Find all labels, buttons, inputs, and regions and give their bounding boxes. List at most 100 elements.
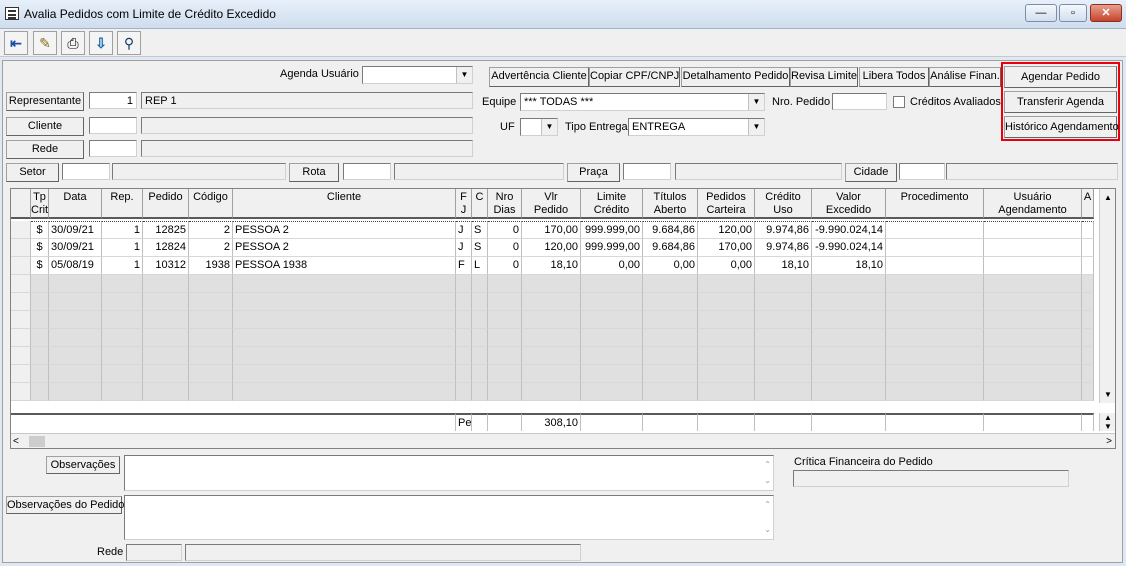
- observacoes-textarea[interactable]: ⌃ ⌄: [124, 455, 774, 491]
- scroll-left-icon[interactable]: <: [13, 434, 19, 448]
- scroll-up-icon[interactable]: ▲: [1100, 189, 1115, 206]
- scroll-down-icon[interactable]: ⌄: [764, 523, 771, 537]
- grid-cell: [102, 329, 143, 347]
- grid-cell: [49, 293, 102, 311]
- transferir-agenda-button[interactable]: Transferir Agenda: [1004, 91, 1117, 113]
- nro-pedido-input[interactable]: [832, 93, 887, 110]
- pedidos-grid[interactable]: Tp Crit Data Rep. Pedido Código Cliente F J C Nr…: [10, 188, 1116, 449]
- setor-button[interactable]: Setor: [6, 163, 59, 182]
- grid-cell: [1082, 347, 1094, 365]
- vertical-scrollbar[interactable]: ▲ ▼: [1099, 189, 1115, 403]
- grid-cell: [1082, 365, 1094, 383]
- observacoes-pedido-button[interactable]: Observações do Pedido: [6, 496, 124, 514]
- rede-button[interactable]: Rede: [6, 140, 84, 159]
- grid-cell: [755, 329, 812, 347]
- grid-cell: [143, 275, 189, 293]
- grid-cell: [698, 365, 755, 383]
- grid-cell: 1: [102, 257, 143, 275]
- cliente-button[interactable]: Cliente: [6, 117, 84, 136]
- totals-cell: [643, 413, 698, 431]
- totals-cell: [698, 413, 755, 431]
- minimize-button[interactable]: —: [1025, 4, 1057, 22]
- grid-cell: [581, 383, 643, 401]
- scroll-up-icon[interactable]: ⌃: [764, 458, 771, 472]
- scroll-up-icon[interactable]: ⌃: [764, 498, 771, 512]
- export-icon[interactable]: ⇩: [89, 31, 113, 55]
- chevron-down-icon[interactable]: ▼: [748, 119, 764, 135]
- grid-cell: [1082, 257, 1094, 275]
- row-indicator: [11, 239, 31, 257]
- rota-button[interactable]: Rota: [289, 163, 339, 182]
- observacoes-pedido-textarea[interactable]: ⌃ ⌄: [124, 495, 774, 540]
- copiar-cpf-button[interactable]: Copiar CPF/CNPJ: [589, 67, 680, 87]
- agenda-usuario-select[interactable]: ▼: [362, 66, 473, 84]
- grid-cell: [1082, 239, 1094, 257]
- grid-cell: [886, 221, 984, 239]
- creditos-avaliados-checkbox[interactable]: [893, 96, 905, 108]
- grid-cell: [755, 347, 812, 365]
- cliente-code-input[interactable]: [89, 117, 137, 134]
- totals-spinner[interactable]: ▲ ▼: [1099, 413, 1115, 431]
- chevron-down-icon[interactable]: ▼: [541, 119, 557, 135]
- representante-code-input[interactable]: 1: [89, 92, 137, 109]
- horizontal-scrollbar[interactable]: < >: [11, 433, 1115, 448]
- column-header: Nro Dias: [488, 189, 522, 219]
- uf-select[interactable]: ▼: [520, 118, 558, 136]
- grid-cell: [233, 293, 456, 311]
- equipe-select[interactable]: *** TODAS *** ▼: [520, 93, 765, 111]
- grid-cell: 12825: [143, 221, 189, 239]
- binoculars-icon[interactable]: ⚲: [117, 31, 141, 55]
- grid-cell: [698, 275, 755, 293]
- grid-cell: [984, 383, 1082, 401]
- tipo-entrega-select[interactable]: ENTREGA ▼: [628, 118, 765, 136]
- grid-cell: [755, 311, 812, 329]
- rede-code-input[interactable]: [89, 140, 137, 157]
- historico-agendamento-button[interactable]: Histórico Agendamento: [1004, 116, 1119, 138]
- grid-cell: [233, 329, 456, 347]
- scroll-down-icon[interactable]: ▼: [1100, 386, 1115, 403]
- close-button[interactable]: ✕: [1090, 4, 1122, 22]
- grid-cell: [984, 293, 1082, 311]
- grid-cell: [581, 365, 643, 383]
- maximize-button[interactable]: ▫: [1059, 4, 1087, 22]
- edit-icon[interactable]: ✎: [33, 31, 57, 55]
- exit-icon[interactable]: ⇤: [4, 31, 28, 55]
- observacoes-button[interactable]: Observações: [46, 456, 120, 474]
- chevron-down-icon[interactable]: ▼: [748, 94, 764, 110]
- grid-cell: [189, 275, 233, 293]
- praca-button[interactable]: Praça: [567, 163, 620, 182]
- grid-cell: 0,00: [698, 257, 755, 275]
- cidade-button[interactable]: Cidade: [845, 163, 897, 182]
- totals-cell: [488, 413, 522, 431]
- grid-cell: [522, 293, 581, 311]
- chevron-down-icon[interactable]: ▼: [456, 67, 472, 83]
- advertencia-cliente-button[interactable]: Advertência Cliente: [489, 67, 589, 87]
- window-title: Avalia Pedidos com Limite de Crédito Exc…: [24, 7, 276, 21]
- detalhamento-pedido-button[interactable]: Detalhamento Pedido: [681, 67, 790, 87]
- setor-code-input[interactable]: [62, 163, 110, 180]
- grid-cell: [812, 329, 886, 347]
- grid-cell: [488, 311, 522, 329]
- grid-cell: [233, 275, 456, 293]
- revisa-limite-button[interactable]: Revisa Limite: [790, 67, 858, 87]
- agendar-pedido-button[interactable]: Agendar Pedido: [1004, 66, 1117, 88]
- rota-code-input[interactable]: [343, 163, 391, 180]
- grid-cell: J: [456, 239, 472, 257]
- libera-todos-button[interactable]: Libera Todos: [859, 67, 929, 87]
- representante-button[interactable]: Representante: [6, 92, 84, 111]
- grid-cell: [581, 329, 643, 347]
- print-icon[interactable]: ⎙: [61, 31, 85, 55]
- analise-financeira-button[interactable]: Análise Finan.: [929, 67, 1001, 87]
- grid-cell: [698, 347, 755, 365]
- nro-pedido-label: Nro. Pedido: [772, 96, 831, 108]
- scroll-thumb[interactable]: [29, 436, 45, 447]
- scroll-right-icon[interactable]: >: [1106, 434, 1112, 448]
- scroll-down-icon[interactable]: ⌄: [764, 474, 771, 488]
- column-header: Data: [49, 189, 102, 219]
- grid-cell: [456, 329, 472, 347]
- grid-cell: PESSOA 1938: [233, 257, 456, 275]
- grid-cell: [456, 347, 472, 365]
- grid-cell: 9.974,86: [755, 239, 812, 257]
- praca-code-input[interactable]: [623, 163, 671, 180]
- cidade-code-input[interactable]: [899, 163, 945, 180]
